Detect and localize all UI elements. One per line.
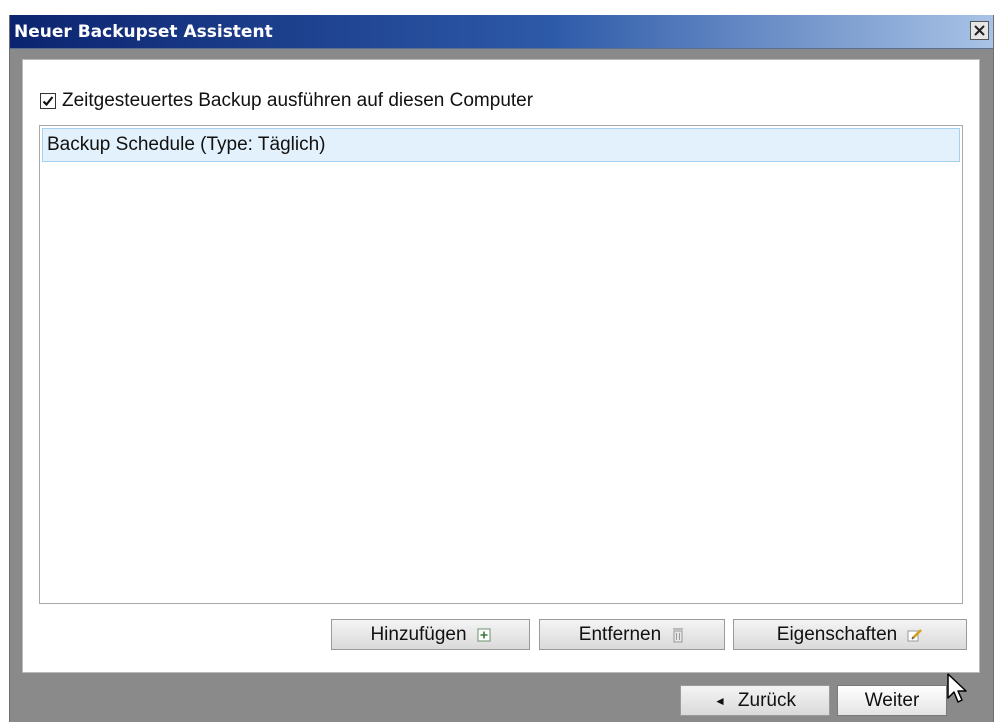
checkmark-icon bbox=[42, 96, 54, 107]
remove-button[interactable]: Entfernen bbox=[539, 619, 725, 650]
back-button-label: Zurück bbox=[737, 689, 796, 711]
list-item-label: Backup Schedule (Type: Täglich) bbox=[47, 134, 326, 155]
title-bar: Neuer Backupset Assistent bbox=[10, 15, 993, 49]
wizard-dialog: Neuer Backupset Assistent Zeitgesteuerte… bbox=[9, 15, 994, 722]
back-button[interactable]: ◄ Zurück bbox=[680, 685, 830, 716]
add-button[interactable]: Hinzufügen bbox=[331, 619, 530, 650]
properties-button-label: Eigenschaften bbox=[776, 623, 898, 645]
add-icon bbox=[477, 628, 491, 642]
content-panel: Zeitgesteuertes Backup ausführen auf die… bbox=[22, 59, 980, 673]
next-button[interactable]: Weiter bbox=[837, 685, 947, 716]
schedule-checkbox[interactable] bbox=[40, 93, 56, 109]
list-item[interactable]: Backup Schedule (Type: Täglich) bbox=[42, 128, 960, 162]
trash-icon bbox=[671, 627, 685, 643]
add-button-label: Hinzufügen bbox=[370, 623, 467, 645]
edit-icon bbox=[907, 628, 923, 642]
schedule-checkbox-label[interactable]: Zeitgesteuertes Backup ausführen auf die… bbox=[62, 90, 533, 112]
close-button[interactable] bbox=[970, 21, 989, 40]
schedule-list[interactable]: Backup Schedule (Type: Täglich) bbox=[39, 125, 963, 604]
close-icon bbox=[974, 25, 985, 36]
left-arrow-icon: ◄ bbox=[714, 693, 726, 708]
remove-button-label: Entfernen bbox=[578, 623, 662, 645]
schedule-checkbox-row[interactable]: Zeitgesteuertes Backup ausführen auf die… bbox=[40, 90, 533, 112]
window-title: Neuer Backupset Assistent bbox=[14, 22, 273, 42]
properties-button[interactable]: Eigenschaften bbox=[733, 619, 967, 650]
mouse-cursor-icon bbox=[947, 673, 967, 703]
next-button-label: Weiter bbox=[864, 689, 920, 711]
